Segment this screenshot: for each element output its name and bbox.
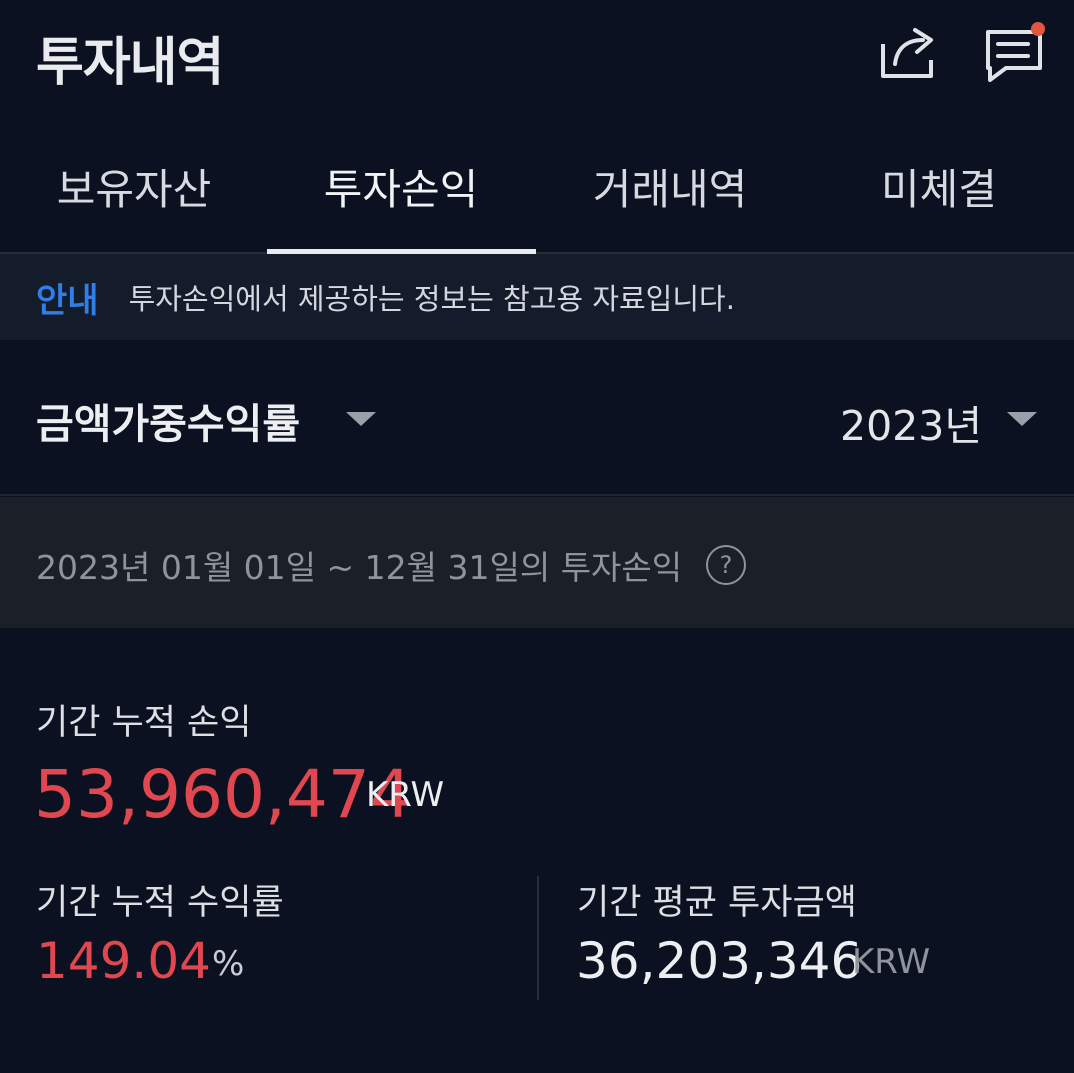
tab-bar: 보유자산 투자손익 거래내역 미체결	[0, 118, 1074, 254]
cumulative-pl-value: 53,960,474	[34, 756, 412, 833]
cumulative-pl-unit: KRW	[366, 775, 445, 815]
share-icon[interactable]	[877, 22, 939, 84]
tab-profit-loss[interactable]: 투자손익	[267, 118, 535, 254]
cumulative-return-value: 149.04	[36, 932, 211, 990]
notice-text: 투자손익에서 제공하는 정보는 참고용 자료입니다.	[128, 282, 735, 316]
avg-investment-unit: KRW	[852, 942, 931, 982]
cumulative-return-label: 기간 누적 수익률	[36, 883, 284, 923]
avg-investment-label: 기간 평균 투자금액	[577, 883, 857, 923]
help-icon[interactable]: ?	[706, 545, 746, 585]
avg-investment-value: 36,203,346	[576, 932, 863, 990]
header: 투자내역	[0, 0, 1074, 118]
tab-transactions[interactable]: 거래내역	[536, 118, 804, 254]
cumulative-pl-label: 기간 누적 손익	[36, 703, 252, 743]
page-title: 투자내역	[36, 33, 224, 93]
period-band: 2023년 01월 01일 ~ 12월 31일의 투자손익	[0, 497, 1074, 628]
app-root: 투자내역 보유자산 투자손익 거래내역 미체결 안내 투자손익에서 제공하는 정…	[0, 0, 1074, 1073]
period-text: 2023년 01월 01일 ~ 12월 31일의 투자손익	[36, 548, 683, 587]
notification-dot	[1031, 22, 1045, 36]
tab-pending-orders[interactable]: 미체결	[805, 118, 1073, 254]
cumulative-return-unit: %	[212, 944, 245, 984]
metric-dropdown[interactable]: 금액가중수익률	[36, 390, 300, 450]
chevron-down-icon[interactable]	[1007, 412, 1037, 426]
notice-banner: 안내 투자손익에서 제공하는 정보는 참고용 자료입니다.	[0, 254, 1074, 340]
notice-tag: 안내	[36, 280, 99, 321]
year-dropdown[interactable]: 2023년	[840, 392, 982, 452]
filter-row: 금액가중수익률 2023년	[0, 340, 1074, 496]
chevron-down-icon[interactable]	[346, 412, 376, 426]
tab-holdings[interactable]: 보유자산	[0, 118, 268, 254]
divider	[537, 876, 539, 1000]
